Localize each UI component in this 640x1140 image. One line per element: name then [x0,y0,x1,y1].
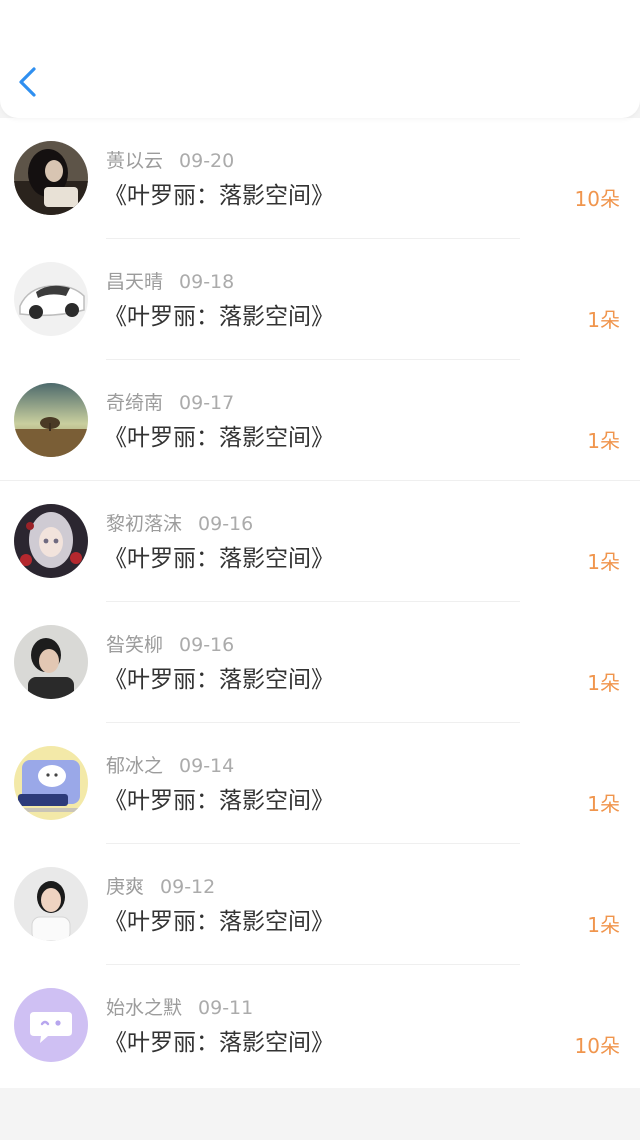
send-date: 09-17 [179,392,235,414]
sender-meta: 黎初落沫 09-16 [106,511,253,537]
flower-count: 1朵 [587,913,620,937]
book-title: 《叶罗丽：落影空间》 [104,667,334,693]
avatar[interactable] [14,141,88,215]
sender-name: 庚爽 [106,876,145,898]
flower-count: 1朵 [587,308,620,332]
sender-name: 昌天晴 [106,271,164,293]
flower-count: 10朵 [574,1034,620,1058]
back-button[interactable] [10,62,46,102]
send-date: 09-16 [179,634,235,656]
flower-count: 1朵 [587,792,620,816]
flower-count: 10朵 [574,187,620,211]
flower-count: 1朵 [587,671,620,695]
avatar[interactable] [14,867,88,941]
list-item[interactable]: 始水之默 09-11 《叶罗丽：落影空间》 10朵 [0,965,640,1086]
avatar[interactable] [14,262,88,336]
sender-meta: 郁冰之 09-14 [106,753,234,779]
list-item[interactable]: 郁冰之 09-14 《叶罗丽：落影空间》 1朵 [0,723,640,844]
flower-count: 1朵 [587,429,620,453]
book-title: 《叶罗丽：落影空间》 [104,425,334,451]
list-item[interactable]: 昝笑柳 09-16 《叶罗丽：落影空间》 1朵 [0,602,640,723]
avatar[interactable] [14,988,88,1062]
book-title: 《叶罗丽：落影空间》 [104,1030,334,1056]
list-item[interactable]: 昌天晴 09-18 《叶罗丽：落影空间》 1朵 [0,239,640,360]
sender-name: 奇绮南 [106,392,164,414]
send-date: 09-16 [198,513,254,535]
sender-name: 蒉以云 [106,150,164,172]
list-item[interactable]: 奇绮南 09-17 《叶罗丽：落影空间》 1朵 [0,360,640,481]
send-date: 09-12 [160,876,216,898]
sender-meta: 昌天晴 09-18 [106,269,234,295]
avatar[interactable] [14,625,88,699]
sender-meta: 始水之默 09-11 [106,995,253,1021]
sender-name: 黎初落沫 [106,513,183,535]
sender-name: 郁冰之 [106,755,164,777]
top-bar [0,0,640,118]
book-title: 《叶罗丽：落影空间》 [104,909,334,935]
sender-name: 始水之默 [106,997,183,1019]
list-item[interactable]: 蒉以云 09-20 《叶罗丽：落影空间》 10朵 [0,118,640,239]
list-item[interactable]: 庚爽 09-12 《叶罗丽：落影空间》 1朵 [0,844,640,965]
sender-meta: 奇绮南 09-17 [106,390,234,416]
book-title: 《叶罗丽：落影空间》 [104,788,334,814]
send-date: 09-14 [179,755,235,777]
send-date: 09-20 [179,150,235,172]
book-title: 《叶罗丽：落影空间》 [104,304,334,330]
avatar[interactable] [14,383,88,457]
gift-record-list: 蒉以云 09-20 《叶罗丽：落影空间》 10朵 昌天晴 09-18 《叶罗丽：落影… [0,118,640,1088]
sender-name: 昝笑柳 [106,634,164,656]
book-title: 《叶罗丽：落影空间》 [104,183,334,209]
book-title: 《叶罗丽：落影空间》 [104,546,334,572]
avatar[interactable] [14,746,88,820]
chevron-left-icon [19,67,36,97]
send-date: 09-11 [198,997,254,1019]
sender-meta: 庚爽 09-12 [106,874,215,900]
avatar[interactable] [14,504,88,578]
list-item[interactable]: 黎初落沫 09-16 《叶罗丽：落影空间》 1朵 [0,481,640,602]
sender-meta: 昝笑柳 09-16 [106,632,234,658]
send-date: 09-18 [179,271,235,293]
flower-count: 1朵 [587,550,620,574]
sender-meta: 蒉以云 09-20 [106,148,234,174]
